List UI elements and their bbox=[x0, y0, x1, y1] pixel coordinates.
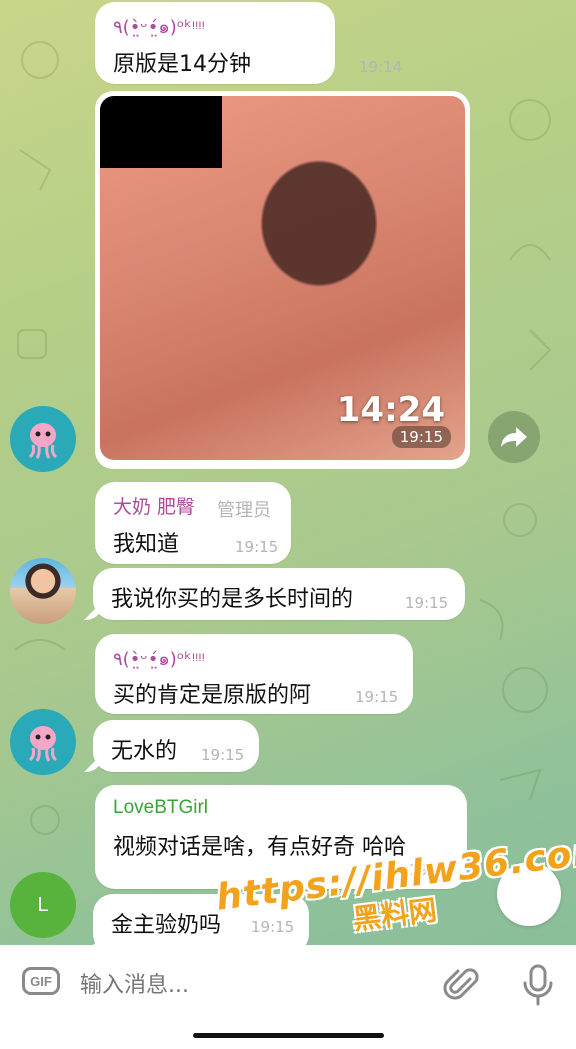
avatar-letter: L bbox=[37, 893, 49, 916]
message-text: 无水的 bbox=[111, 739, 178, 764]
squid-avatar-icon bbox=[28, 726, 58, 762]
message-time: 19:15 bbox=[405, 594, 449, 612]
home-indicator-bar bbox=[0, 1025, 576, 1049]
message-input[interactable] bbox=[78, 965, 422, 1005]
paperclip-icon bbox=[443, 968, 479, 1000]
message-text: 视频对话是啥，有点好奇 哈哈 bbox=[113, 835, 406, 860]
message-text: 原版是14分钟 bbox=[113, 52, 251, 77]
message-bubble[interactable]: 我说你买的是多长时间的 19:15 bbox=[93, 568, 465, 620]
sender-name[interactable]: LoveBTGirl bbox=[113, 797, 208, 819]
message-text: 我说你买的是多长时间的 bbox=[111, 587, 354, 612]
gif-button[interactable]: GIF bbox=[22, 967, 60, 995]
message-time: 19:15 bbox=[235, 538, 279, 556]
sender-name[interactable]: 大奶 肥臀 bbox=[113, 492, 195, 519]
video-message[interactable]: 14:24 19:15 bbox=[95, 91, 470, 469]
voice-button[interactable] bbox=[518, 963, 558, 1007]
forward-button[interactable] bbox=[488, 411, 540, 463]
video-duration: 14:24 bbox=[336, 390, 445, 430]
video-thumbnail[interactable]: 14:24 19:15 bbox=[100, 96, 465, 460]
sender-name[interactable]: ٩(•̤̀ᵕ•̤́๑)ᵒᵏᵎᵎᵎᵎ bbox=[113, 12, 205, 41]
message-text: 金主验奶吗 bbox=[111, 913, 222, 938]
message-time: 19:14 bbox=[359, 58, 403, 76]
home-indicator[interactable] bbox=[193, 1033, 384, 1038]
attach-button[interactable] bbox=[442, 965, 482, 1005]
avatar[interactable] bbox=[10, 558, 76, 624]
message-time: 19:15 bbox=[201, 746, 245, 764]
message-text: 买的肯定是原版的阿 bbox=[113, 683, 312, 708]
message-input-bar: GIF bbox=[0, 945, 576, 1025]
avatar[interactable] bbox=[10, 406, 76, 472]
gif-icon: GIF bbox=[30, 973, 52, 989]
message-bubble[interactable]: ٩(•̤̀ᵕ•̤́๑)ᵒᵏᵎᵎᵎᵎ 买的肯定是原版的阿 19:15 bbox=[95, 634, 413, 714]
message-text: 我知道 bbox=[113, 532, 180, 557]
chat-area[interactable]: ٩(•̤̀ᵕ•̤́๑)ᵒᵏᵎᵎᵎᵎ 原版是14分钟 19:14 14:24 19… bbox=[0, 0, 576, 945]
microphone-icon bbox=[523, 964, 553, 1006]
admin-badge: 管理员 bbox=[217, 500, 271, 521]
message-bubble[interactable]: 大奶 肥臀 管理员 我知道 19:15 bbox=[95, 482, 291, 564]
message-time: 19:15 bbox=[355, 688, 399, 706]
forward-arrow-icon bbox=[501, 427, 527, 447]
squid-avatar-icon bbox=[28, 423, 58, 459]
censor-block bbox=[100, 96, 222, 168]
message-bubble[interactable]: 无水的 19:15 bbox=[93, 720, 259, 772]
avatar[interactable]: L bbox=[10, 872, 76, 938]
sender-name[interactable]: ٩(•̤̀ᵕ•̤́๑)ᵒᵏᵎᵎᵎᵎ bbox=[113, 644, 205, 673]
message-time: 19:15 bbox=[391, 426, 451, 448]
avatar[interactable] bbox=[10, 709, 76, 775]
message-bubble[interactable]: ٩(•̤̀ᵕ•̤́๑)ᵒᵏᵎᵎᵎᵎ 原版是14分钟 19:14 bbox=[95, 2, 402, 84]
